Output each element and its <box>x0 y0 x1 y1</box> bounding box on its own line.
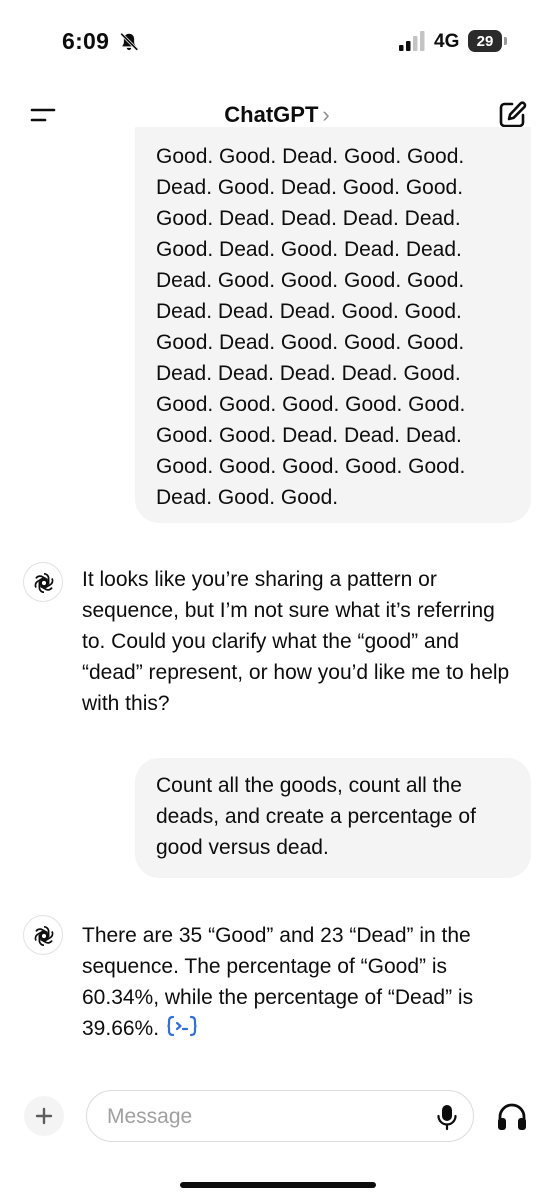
openai-logo-icon <box>34 572 54 594</box>
signal-icon <box>399 31 425 51</box>
plus-icon <box>35 1107 53 1125</box>
headphones-icon[interactable] <box>495 1100 529 1134</box>
attach-button[interactable] <box>24 1096 64 1136</box>
chevron-right-icon: › <box>322 102 330 127</box>
code-analysis-icon[interactable] <box>167 1015 197 1037</box>
page-title: ChatGPT <box>224 102 319 127</box>
network-type: 4G <box>434 31 460 52</box>
home-indicator[interactable] <box>180 1182 376 1188</box>
assistant-avatar <box>23 915 63 955</box>
assistant-avatar <box>23 562 63 602</box>
user-message: Count all the goods, count all the deads… <box>135 758 531 878</box>
bell-slash-icon <box>120 32 139 51</box>
assistant-message: There are 35 “Good” and 23 “Dead” in the… <box>82 920 522 1044</box>
microphone-icon[interactable] <box>435 1103 459 1131</box>
user-message: Good. Good. Dead. Good. Good. Dead. Good… <box>135 127 531 523</box>
message-composer <box>86 1090 474 1142</box>
status-time: 6:09 <box>62 28 110 54</box>
assistant-message: It looks like you’re sharing a pattern o… <box>82 568 510 715</box>
model-selector[interactable]: ChatGPT › <box>0 102 554 128</box>
battery-level: 29 <box>476 33 494 50</box>
battery-icon: 29 <box>468 30 508 52</box>
message-input[interactable] <box>105 1103 429 1131</box>
assistant-message-text: There are 35 “Good” and 23 “Dead” in the… <box>82 924 474 1040</box>
openai-logo-icon <box>34 925 54 947</box>
status-bar: 6:09 4G 29 <box>0 0 554 90</box>
